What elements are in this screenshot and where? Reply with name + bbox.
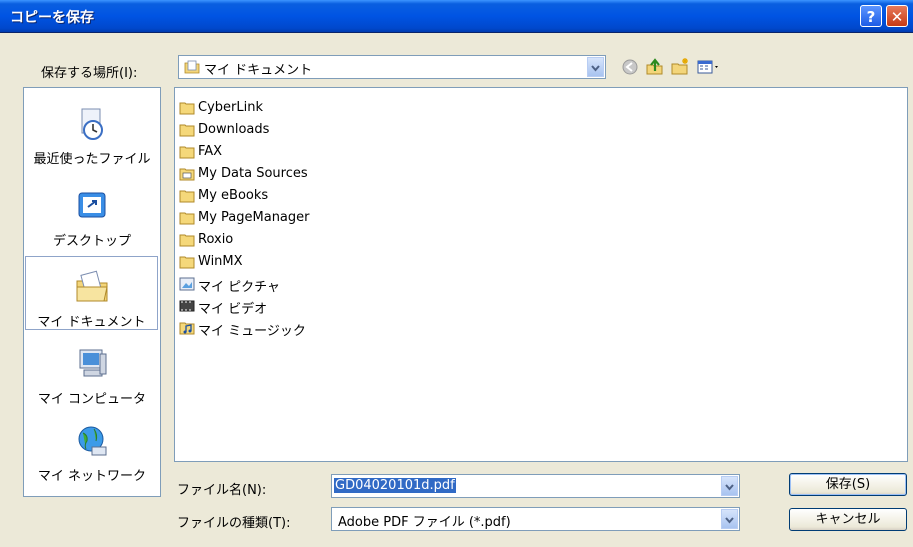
place-label: マイ コンピュータ <box>37 392 147 407</box>
back-icon[interactable] <box>620 57 640 77</box>
chevron-down-icon[interactable] <box>587 57 604 77</box>
folder-icon <box>179 102 195 115</box>
window-title: コピーを保存 <box>10 10 94 26</box>
folder-icon <box>179 190 195 203</box>
new-folder-icon[interactable] <box>670 57 690 77</box>
save-copy-dialog: コピーを保存 ? ✕ 保存する場所(I): マイ ドキュメント 最近使ったファイ… <box>0 0 913 547</box>
file-list[interactable]: CyberLink Downloads FAX My Data Sources … <box>174 87 908 462</box>
my-computer-icon <box>79 349 107 377</box>
place-recent[interactable]: 最近使ったファイル <box>24 106 160 167</box>
filetype-label: ファイルの種類(T): <box>177 516 291 531</box>
my-documents-small-icon <box>184 60 200 74</box>
data-sources-folder-icon <box>179 168 195 181</box>
my-music-folder-icon <box>179 322 195 335</box>
place-my-computer[interactable]: マイ コンピュータ <box>24 346 160 407</box>
filetype-dropdown[interactable]: Adobe PDF ファイル (*.pdf) <box>331 507 740 531</box>
save-button[interactable]: 保存(S) <box>789 473 907 496</box>
cancel-button[interactable]: キャンセル <box>789 508 907 531</box>
recent-documents-icon <box>81 108 103 140</box>
place-label: マイ ドキュメント <box>37 315 146 330</box>
filename-field[interactable]: GD04020101d.pdf <box>331 474 740 498</box>
save-in-dropdown[interactable]: マイ ドキュメント <box>178 55 606 79</box>
folder-icon <box>179 212 195 225</box>
chevron-down-icon[interactable] <box>721 476 738 496</box>
folder-icon <box>179 124 195 137</box>
chevron-down-icon[interactable] <box>721 509 738 529</box>
save-in-value: マイ ドキュメント <box>204 63 313 78</box>
desktop-icon <box>78 192 106 218</box>
view-menu-icon[interactable] <box>696 57 722 77</box>
place-label: マイ ネットワーク <box>37 469 147 484</box>
title-bar[interactable]: コピーを保存 ? ✕ <box>0 0 913 33</box>
my-documents-icon <box>76 270 108 302</box>
my-network-icon <box>78 426 107 456</box>
filetype-value: Adobe PDF ファイル (*.pdf) <box>338 515 511 530</box>
place-my-documents[interactable]: マイ ドキュメント <box>25 256 158 330</box>
places-bar: 最近使ったファイル デスクトップ マイ ドキュメント マイ コンピュータ マイ … <box>23 87 161 497</box>
my-pictures-folder-icon <box>179 277 195 291</box>
place-desktop[interactable]: デスクトップ <box>24 188 160 249</box>
close-button[interactable]: ✕ <box>886 5 908 27</box>
folder-icon <box>179 234 195 247</box>
save-in-label: 保存する場所(I): <box>41 66 138 81</box>
my-videos-folder-icon <box>179 300 195 312</box>
filename-label: ファイル名(N): <box>177 483 267 498</box>
up-folder-icon[interactable] <box>645 57 665 77</box>
folder-icon <box>179 256 195 269</box>
place-my-network[interactable]: マイ ネットワーク <box>24 423 160 484</box>
place-label: デスクトップ <box>52 234 131 249</box>
help-button[interactable]: ? <box>860 5 882 27</box>
folder-icon <box>179 146 195 159</box>
place-label: 最近使ったファイル <box>33 152 151 167</box>
filename-value: GD04020101d.pdf <box>334 478 456 493</box>
